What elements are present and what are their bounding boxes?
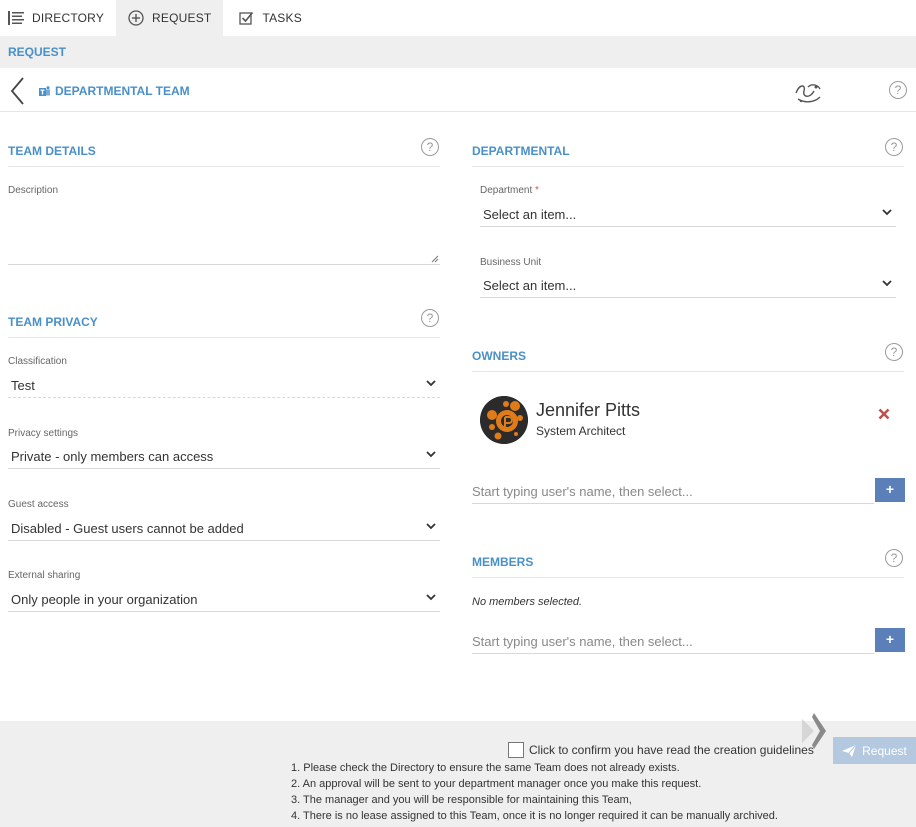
required-marker: * [535, 185, 539, 196]
departmental-header: DEPARTMENTAL ? [472, 137, 904, 167]
chevron-down-icon [882, 209, 892, 216]
team-privacy-help-icon[interactable]: ? [421, 309, 439, 327]
owners-header: OWNERS ? [472, 342, 904, 372]
members-help-icon[interactable]: ? [885, 549, 903, 567]
departmental-help-icon[interactable]: ? [885, 138, 903, 156]
external-sharing-value: Only people in your organization [11, 592, 198, 607]
team-details-help-icon[interactable]: ? [421, 138, 439, 156]
checkbox-icon [239, 11, 254, 25]
chevron-left-icon [10, 77, 24, 105]
back-button[interactable] [8, 76, 28, 106]
page-title: DEPARTMENTAL TEAM [55, 84, 190, 98]
guest-access-label: Guest access [8, 499, 69, 510]
owner-card: Jennifer Pitts System Architect [480, 396, 910, 446]
guideline-4: 4. There is no lease assigned to this Te… [291, 810, 778, 822]
page-help-icon[interactable]: ? [889, 81, 907, 99]
top-nav: DIRECTORY REQUEST TASKS [0, 0, 916, 36]
guest-access-value: Disabled - Guest users cannot be added [11, 521, 244, 536]
confirm-guidelines: Click to confirm you have read the creat… [508, 742, 814, 758]
avatar-logo-icon [480, 396, 528, 444]
breadcrumb-bar: REQUEST [0, 36, 916, 68]
classification-select[interactable]: Test [8, 372, 440, 398]
member-search-placeholder: Start typing user's name, then select... [472, 634, 693, 649]
tab-request[interactable]: REQUEST [116, 0, 224, 36]
confirm-label: Click to confirm you have read the creat… [529, 743, 814, 757]
department-label-text: Department [480, 185, 533, 196]
business-unit-label: Business Unit [480, 257, 542, 268]
owners-title: OWNERS [472, 349, 526, 363]
tab-tasks-label: TASKS [262, 11, 302, 25]
members-title: MEMBERS [472, 555, 534, 569]
owner-role: System Architect [536, 424, 626, 438]
tab-tasks[interactable]: TASKS [223, 0, 313, 36]
external-sharing-label: External sharing [8, 570, 81, 581]
chevron-down-icon [426, 451, 436, 458]
external-sharing-select[interactable]: Only people in your organization [8, 586, 440, 612]
guideline-3: 3. The manager and you will be responsib… [291, 794, 632, 806]
owner-search-input[interactable]: Start typing user's name, then select... [472, 478, 874, 504]
team-privacy-header: TEAM PRIVACY ? [8, 308, 440, 338]
company-logo [795, 84, 821, 103]
request-button-label: Request [862, 743, 907, 758]
team-details-title: TEAM DETAILS [8, 144, 96, 158]
add-member-button[interactable]: + [875, 628, 905, 652]
tab-directory-label: DIRECTORY [32, 11, 105, 25]
chevron-down-icon [426, 523, 436, 530]
business-unit-value: Select an item... [483, 278, 577, 293]
member-search-input[interactable]: Start typing user's name, then select... [472, 628, 874, 654]
collapse-arrow-icon[interactable] [798, 711, 828, 751]
chevron-down-icon [426, 594, 436, 601]
breadcrumb[interactable]: REQUEST [8, 45, 66, 59]
privacy-settings-value: Private - only members can access [11, 449, 214, 464]
guideline-1: 1. Please check the Directory to ensure … [291, 762, 680, 774]
add-owner-button[interactable]: + [875, 478, 905, 502]
team-privacy-title: TEAM PRIVACY [8, 315, 98, 329]
description-textarea[interactable] [8, 200, 440, 265]
classification-value: Test [11, 378, 35, 393]
privacy-settings-label: Privacy settings [8, 428, 79, 439]
no-members-text: No members selected. [472, 596, 583, 608]
department-select[interactable]: Select an item... [480, 201, 896, 227]
list-icon [8, 11, 24, 25]
owners-help-icon[interactable]: ? [885, 343, 903, 361]
owner-name: Jennifer Pitts [536, 400, 641, 420]
plus-circle-icon [128, 10, 144, 26]
guideline-2: 2. An approval will be sent to your depa… [291, 778, 702, 790]
description-label: Description [8, 185, 59, 196]
page-title-group: DEPARTMENTAL TEAM [39, 84, 190, 98]
chevron-down-icon [882, 280, 892, 287]
remove-owner-icon[interactable] [878, 408, 890, 420]
members-header: MEMBERS ? [472, 548, 904, 578]
owner-search-placeholder: Start typing user's name, then select... [472, 484, 693, 499]
send-icon [842, 744, 857, 757]
tab-directory[interactable]: DIRECTORY [0, 0, 116, 36]
department-value: Select an item... [483, 207, 577, 222]
tab-request-label: REQUEST [152, 11, 212, 25]
classification-label: Classification [8, 356, 67, 367]
request-button[interactable]: Request [833, 737, 916, 764]
departmental-title: DEPARTMENTAL [472, 144, 570, 158]
title-bar: DEPARTMENTAL TEAM ? [0, 68, 916, 112]
department-label: Department * [480, 185, 539, 196]
team-details-header: TEAM DETAILS ? [8, 137, 440, 167]
avatar [480, 396, 528, 444]
confirm-checkbox[interactable] [508, 742, 524, 758]
guest-access-select[interactable]: Disabled - Guest users cannot be added [8, 515, 440, 541]
business-unit-select[interactable]: Select an item... [480, 272, 896, 298]
privacy-settings-select[interactable]: Private - only members can access [8, 443, 440, 469]
teams-icon [39, 85, 50, 96]
resize-handle-icon[interactable] [431, 255, 439, 263]
chevron-down-icon [426, 380, 436, 387]
